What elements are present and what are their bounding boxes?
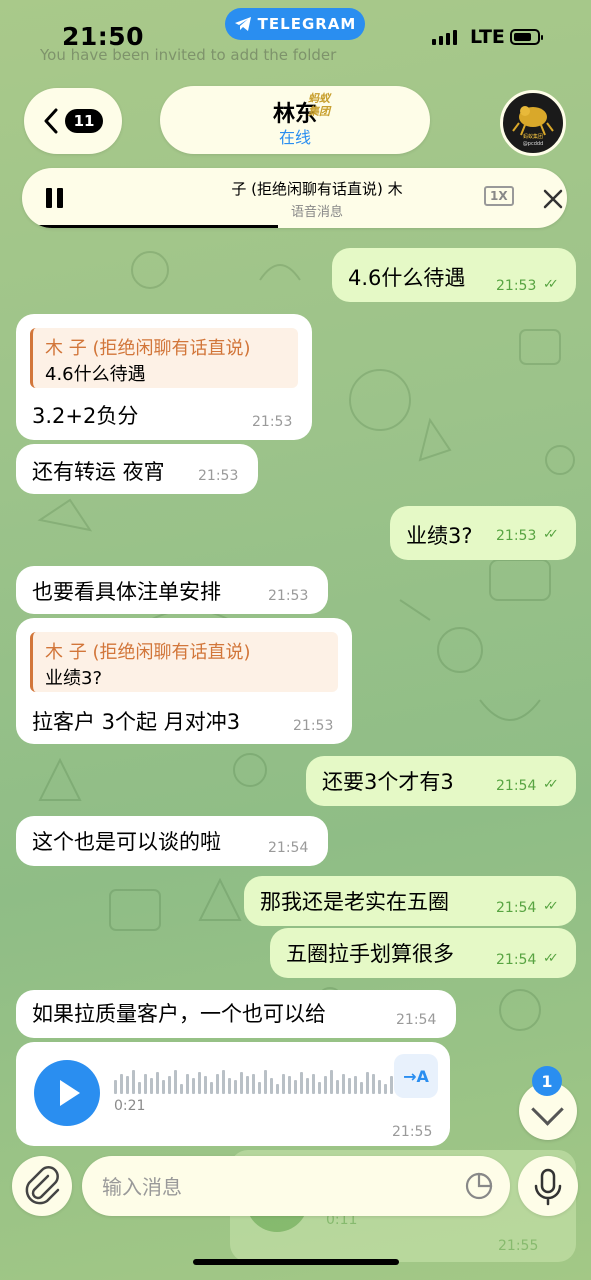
read-ticks-icon: ✓✓ [543,777,559,792]
message-bubble[interactable]: 还有转运 夜宵 21:53 [16,444,258,494]
unread-badge: 1 [532,1066,562,1096]
svg-text:蚂蚁集团: 蚂蚁集团 [523,133,543,140]
message-text: 3.2+2负分 [32,404,139,428]
voice-player-subtitle: 语音消息 [290,205,343,220]
microphone-icon [534,1168,562,1206]
play-button[interactable] [34,1060,100,1126]
message-text: 也要看具体注单安排 [32,580,221,604]
message-text: 4.6什么待遇 [348,266,466,290]
close-icon[interactable] [540,186,566,212]
message-time: 21:53 [252,414,293,430]
back-button[interactable]: 11 [24,88,122,154]
message-time: 21:55 [392,1124,433,1140]
transcribe-button[interactable]: →A [394,1054,438,1098]
read-ticks-icon: ✓✓ [543,277,559,292]
read-ticks-icon: ✓✓ [543,527,559,542]
message-text: 还要3个才有3 [322,770,454,794]
message-bubble[interactable]: 木 子 (拒绝闲聊有话直说) 4.6什么待遇 3.2+2负分 21:53 [16,314,312,440]
message-time: 21:53 [496,278,537,294]
reply-author: 木 子 (拒绝闲聊有话直说) [45,338,251,359]
message-time: 21:54 [496,952,537,968]
voice-waveform[interactable] [114,1068,411,1094]
message-time: 21:54 [496,778,537,794]
message-time: 21:53 [496,528,537,544]
read-ticks-icon: ✓✓ [543,899,559,914]
message-bubble[interactable]: 还要3个才有3 21:54 ✓✓ [306,756,576,806]
unread-chats-badge: 11 [64,109,104,133]
message-bubble[interactable]: 这个也是可以谈的啦 21:54 [16,816,328,866]
message-time: 21:54 [268,840,309,856]
message-text: 五圈拉手划算很多 [286,942,454,966]
message-text: 如果拉质量客户，一个也可以给 [32,1002,326,1026]
message-text: 业绩3? [406,524,473,548]
message-bubble[interactable]: 也要看具体注单安排 21:53 [16,566,328,614]
message-input-container[interactable] [82,1156,510,1216]
reply-text: 4.6什么待遇 [45,364,146,385]
sticker-icon[interactable] [464,1171,494,1201]
message-time: 21:53 [268,588,309,604]
message-bubble[interactable]: 五圈拉手划算很多 21:54 ✓✓ [270,928,576,978]
home-indicator [193,1259,399,1265]
reply-quote[interactable]: 木 子 (拒绝闲聊有话直说) 业绩3? [30,632,338,692]
faded-voice-time: 21:55 [498,1238,539,1254]
voice-message-bubble[interactable]: 0:21 →A 21:55 [16,1042,450,1146]
pause-icon[interactable] [46,188,64,208]
telegram-pill-label: TELEGRAM [257,15,357,33]
paperclip-icon [25,1166,60,1205]
reply-author: 木 子 (拒绝闲聊有话直说) [45,642,251,663]
chevron-down-icon [531,1093,564,1126]
message-text: 那我还是老实在五圈 [260,890,449,914]
battery-fill [514,33,531,41]
message-text: 拉客户 3个起 月对冲3 [32,710,241,734]
message-time: 21:54 [496,900,537,916]
message-time: 21:54 [396,1012,437,1028]
message-bubble[interactable]: 业绩3? 21:53 ✓✓ [390,506,576,560]
chevron-left-icon [44,108,58,134]
voice-duration: 0:21 [114,1098,146,1114]
telegram-pill[interactable]: TELEGRAM [225,8,365,40]
avatar[interactable]: 蚂蚁集团 @pcddd [500,90,566,156]
avatar-caption: @pcddd [523,141,543,147]
voice-player-bar[interactable]: 子 (拒绝闲聊有话直说) 木 语音消息 1X [22,168,567,228]
signal-icon [432,30,457,45]
message-text: 这个也是可以谈的啦 [32,830,221,854]
read-ticks-icon: ✓✓ [543,951,559,966]
message-bubble[interactable]: 4.6什么待遇 21:53 ✓✓ [332,248,576,302]
contact-status: 在线 [278,128,311,147]
contact-emoji-logo: 蚂蚁 集团 [308,92,330,118]
reply-quote[interactable]: 木 子 (拒绝闲聊有话直说) 4.6什么待遇 [30,328,298,388]
voice-player-progress [22,225,279,228]
telegram-icon [234,17,251,31]
attach-button[interactable] [12,1156,72,1216]
status-bar: 21:50 TELEGRAM LTE [0,0,591,80]
microphone-button[interactable] [518,1156,578,1216]
message-bubble[interactable]: 如果拉质量客户，一个也可以给 21:54 [16,990,456,1038]
message-bubble[interactable]: 木 子 (拒绝闲聊有话直说) 业绩3? 拉客户 3个起 月对冲3 21:53 [16,618,352,744]
message-text: 还有转运 夜宵 [32,460,165,484]
message-bubble[interactable]: 那我还是老实在五圈 21:54 ✓✓ [244,876,576,926]
message-input[interactable] [100,1170,444,1204]
network-type: LTE [470,26,505,48]
voice-player-title: 子 (拒绝闲聊有话直说) 木 [231,180,403,198]
message-time: 21:53 [198,468,239,484]
message-time: 21:53 [293,718,334,734]
reply-text: 业绩3? [45,668,103,689]
status-time: 21:50 [62,22,145,51]
playback-speed-button[interactable]: 1X [484,186,514,206]
battery-icon [510,29,543,45]
ant-logo-icon: 蚂蚁集团 @pcddd [512,106,554,147]
chat-title-button[interactable]: 林东 在线 蚂蚁 集团 [160,86,430,154]
